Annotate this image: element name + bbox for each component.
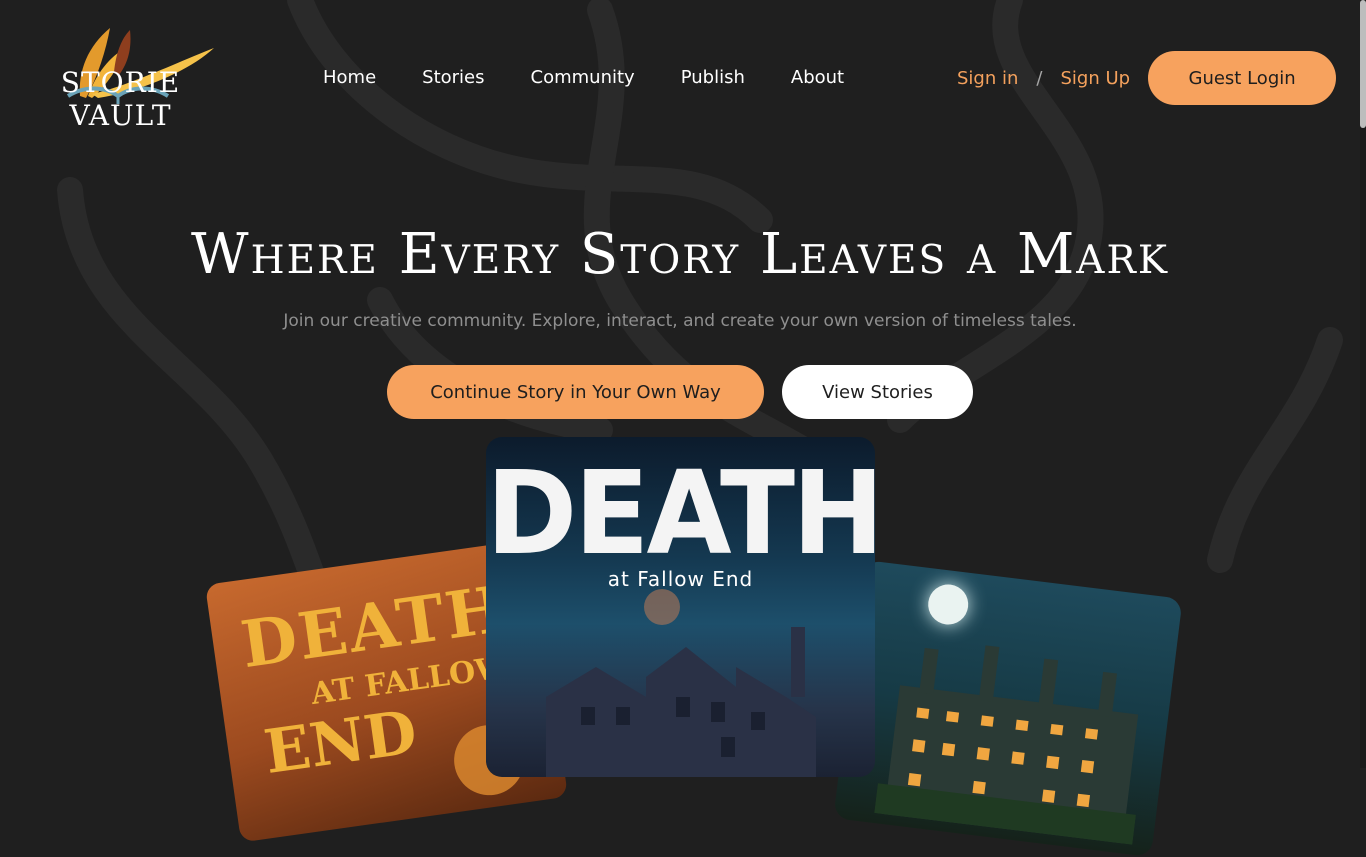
nav-stories[interactable]: Stories — [399, 64, 507, 92]
view-stories-button[interactable]: View Stories — [782, 365, 973, 419]
auth-separator: / — [1036, 67, 1043, 89]
site-header: STORIE VAULT Home Stories Community Publ… — [0, 0, 1360, 150]
book-center-subtitle: at Fallow End — [607, 567, 754, 591]
book-left-title-end: END — [260, 697, 422, 788]
book-cover-featured[interactable]: DEATH at Fallow End — [486, 437, 875, 777]
haunted-house-illustration — [546, 627, 816, 777]
hero-section: Where Every Story Leaves a Mark Join our… — [0, 222, 1360, 331]
nav-publish[interactable]: Publish — [658, 64, 768, 92]
book-right-moon — [925, 582, 971, 627]
hero-title: Where Every Story Leaves a Mark — [191, 222, 1169, 287]
book-cover-right[interactable] — [833, 560, 1183, 857]
page-scrollbar[interactable] — [1360, 0, 1366, 768]
continue-story-button[interactable]: Continue Story in Your Own Way — [387, 365, 764, 419]
sign-up-link[interactable]: Sign Up — [1060, 68, 1130, 89]
hero-cta-group: Continue Story in Your Own Way View Stor… — [387, 365, 973, 419]
book-center-title: DEATH — [486, 445, 875, 581]
mansion-illustration — [874, 645, 1139, 845]
nav-about[interactable]: About — [768, 64, 867, 92]
auth-actions: Sign in / Sign Up Guest Login — [957, 51, 1337, 105]
logo-wordmark: STORIE VAULT — [60, 66, 181, 132]
nav-community[interactable]: Community — [508, 64, 658, 92]
storie-vault-logo[interactable]: STORIE VAULT — [18, 26, 223, 132]
nav-home[interactable]: Home — [300, 64, 399, 92]
main-navigation: Home Stories Community Publish About — [300, 64, 867, 92]
sign-in-link[interactable]: Sign in — [957, 68, 1018, 89]
scrollbar-thumb[interactable] — [1360, 0, 1366, 128]
hero-subtitle: Join our creative community. Explore, in… — [283, 311, 1077, 331]
guest-login-button[interactable]: Guest Login — [1148, 51, 1337, 105]
